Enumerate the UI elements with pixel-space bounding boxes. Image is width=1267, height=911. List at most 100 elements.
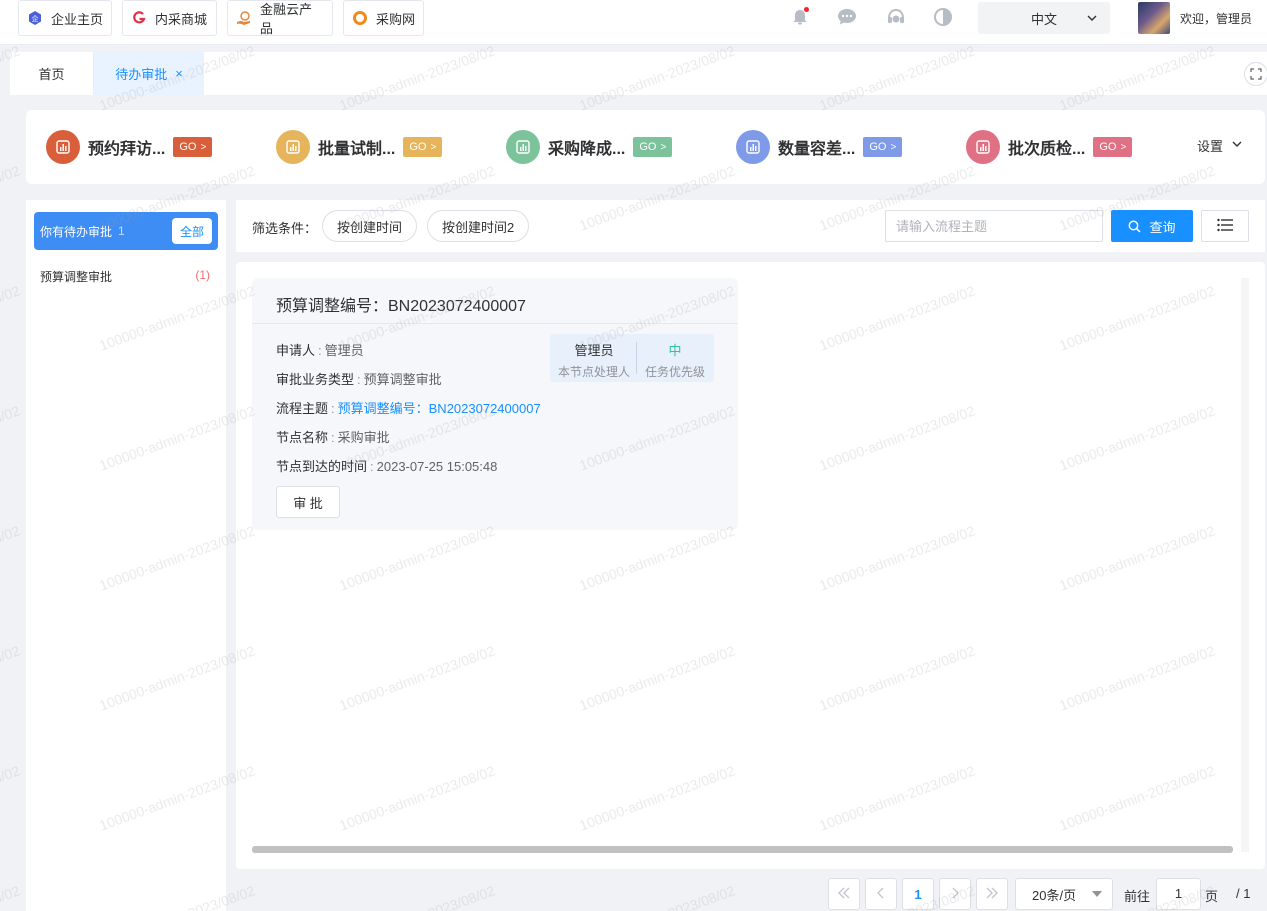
message-icon[interactable] <box>836 6 858 28</box>
next-page-button[interactable] <box>939 878 971 910</box>
first-page-button[interactable] <box>828 878 860 910</box>
quick-item[interactable]: 批量试制... GO > <box>276 130 443 164</box>
handler-block: 管理员 本节点处理人 <box>556 340 632 380</box>
approve-button[interactable]: 审 批 <box>276 486 340 518</box>
approval-category-panel: 你有待办审批 1 全部 预算调整审批 (1) <box>26 200 226 911</box>
page-size-select[interactable]: 20条/页 <box>1015 878 1113 910</box>
total-pages: / 1 <box>1236 886 1251 901</box>
top-link-label: 企业主页 <box>51 11 104 27</box>
approval-list: 预算调整编号：BN2023072400007 申请人: 管理员 审批业务类型: 预算… <box>236 262 1265 869</box>
field-process-subject: 流程主题: 预算调整编号：BN2023072400007 <box>276 401 541 416</box>
quick-item-title: 批次质检... <box>1008 141 1086 158</box>
finance-cloud-link[interactable]: 金融云产品 <box>227 0 333 36</box>
top-link-label: 金融云产品 <box>260 2 313 36</box>
finance-icon <box>236 10 252 26</box>
divider <box>252 323 738 324</box>
watermark-text: 100000-admin-2023/08/02 <box>577 882 737 911</box>
watermark-text: 100000-admin-2023/08/02 <box>0 402 23 474</box>
field-arrival-time: 节点到达的时间:2023-07-25 15:05:48 <box>276 459 498 474</box>
settings-dropdown[interactable]: 设置 <box>1197 136 1243 155</box>
watermark-text: 100000-admin-2023/08/02 <box>337 882 497 911</box>
goto-label: 前往 <box>1124 889 1151 904</box>
purchase-icon <box>352 10 368 26</box>
all-button[interactable]: 全部 <box>172 218 212 244</box>
chevron-right-icon <box>950 886 960 902</box>
divider <box>636 342 637 374</box>
chart-icon <box>736 130 770 164</box>
chart-icon <box>46 130 80 164</box>
svg-text:企: 企 <box>32 14 39 23</box>
top-link-label: 内采商城 <box>155 11 208 27</box>
process-subject-link[interactable]: 预算调整编号：BN2023072400007 <box>338 401 541 416</box>
chevron-right-icon: > <box>890 141 897 153</box>
double-chevron-right-icon <box>985 886 999 902</box>
go-button[interactable]: GO > <box>633 137 673 157</box>
category-item-budget-adjustment[interactable]: 预算调整审批 (1) <box>40 268 210 285</box>
tab-home[interactable]: 首页 <box>10 52 94 95</box>
last-page-button[interactable] <box>976 878 1008 910</box>
card-title: 预算调整编号：BN2023072400007 <box>276 298 526 315</box>
top-bar: 企 企业主页 内采商城 金融云产品 采购网 中文 欢迎，管理员 <box>0 0 1267 45</box>
enterprise-icon: 企 <box>27 10 43 26</box>
list-icon <box>1217 218 1233 235</box>
goto-page-input[interactable]: 1 <box>1156 878 1201 910</box>
fullscreen-icon[interactable] <box>1244 62 1267 86</box>
tab-pending-approval[interactable]: 待办审批 × <box>94 52 204 95</box>
bell-icon[interactable] <box>789 6 811 28</box>
top-link-label: 采购网 <box>376 11 416 27</box>
enterprise-home-link[interactable]: 企 企业主页 <box>18 0 112 36</box>
watermark-text: 100000-admin-2023/08/02 <box>0 522 23 594</box>
support-icon[interactable] <box>885 6 907 28</box>
avatar[interactable] <box>1138 2 1170 34</box>
filter-label: 筛选条件： <box>252 221 318 236</box>
quick-item-title: 数量容差... <box>778 141 856 158</box>
query-label: 查询 <box>1149 219 1176 235</box>
field-business-type: 审批业务类型: 预算调整审批 <box>276 372 442 387</box>
go-button[interactable]: GO > <box>863 137 903 157</box>
prev-page-button[interactable] <box>865 878 897 910</box>
chevron-right-icon: > <box>430 141 437 153</box>
quick-item[interactable]: 采购降成... GO > <box>506 130 673 164</box>
theme-toggle-icon[interactable] <box>932 6 954 28</box>
chevron-down-icon <box>1086 12 1098 27</box>
go-button[interactable]: GO > <box>1093 137 1133 157</box>
pending-count: 1 <box>118 224 125 238</box>
page-number-current[interactable]: 1 <box>902 878 934 910</box>
list-view-button[interactable] <box>1201 210 1249 242</box>
quick-item-title: 预约拜访... <box>88 141 166 158</box>
pending-header-label: 你有待办审批 <box>40 224 113 239</box>
field-applicant: 申请人: 管理员 <box>276 343 364 358</box>
query-button[interactable]: 查询 <box>1111 210 1193 242</box>
mall-icon <box>131 10 147 26</box>
settings-label: 设置 <box>1197 139 1224 154</box>
tab-label: 首页 <box>38 67 65 82</box>
watermark-text: 100000-admin-2023/08/02 <box>0 882 22 911</box>
purchase-net-link[interactable]: 采购网 <box>343 0 424 36</box>
quick-access-bar: 预约拜访... GO > 批量试制... GO > 采购降成... GO > 数量容差… <box>26 110 1265 184</box>
quick-item[interactable]: 数量容差... GO > <box>736 130 903 164</box>
language-select[interactable]: 中文 <box>978 2 1110 34</box>
welcome-text[interactable]: 欢迎，管理员 <box>1180 10 1252 27</box>
filter-chip-create-time-2[interactable]: 按创建时间2 <box>427 210 530 242</box>
chevron-left-icon <box>876 886 886 902</box>
watermark-text: 100000-admin-2023/08/02 <box>0 642 23 714</box>
chart-icon <box>276 130 310 164</box>
search-input[interactable] <box>885 210 1103 242</box>
chevron-right-icon: > <box>660 141 667 153</box>
horizontal-scrollbar[interactable] <box>252 846 1233 853</box>
filter-chip-create-time[interactable]: 按创建时间 <box>322 210 418 242</box>
pending-approval-header: 你有待办审批 1 全部 <box>34 212 218 250</box>
close-icon[interactable]: × <box>175 66 183 81</box>
handler-label: 本节点处理人 <box>557 365 630 379</box>
chevron-down-icon <box>1231 138 1243 153</box>
search-icon <box>1128 220 1142 233</box>
quick-item[interactable]: 预约拜访... GO > <box>46 130 213 164</box>
quick-item[interactable]: 批次质检... GO > <box>966 130 1133 164</box>
filter-bar: 筛选条件： 按创建时间 按创建时间2 查询 <box>236 200 1265 252</box>
go-button[interactable]: GO > <box>403 137 443 157</box>
vertical-scrollbar[interactable] <box>1241 278 1249 852</box>
quick-item-title: 采购降成... <box>548 141 626 158</box>
internal-mall-link[interactable]: 内采商城 <box>122 0 217 36</box>
priority-value: 中 <box>668 343 682 358</box>
go-button[interactable]: GO > <box>173 137 213 157</box>
